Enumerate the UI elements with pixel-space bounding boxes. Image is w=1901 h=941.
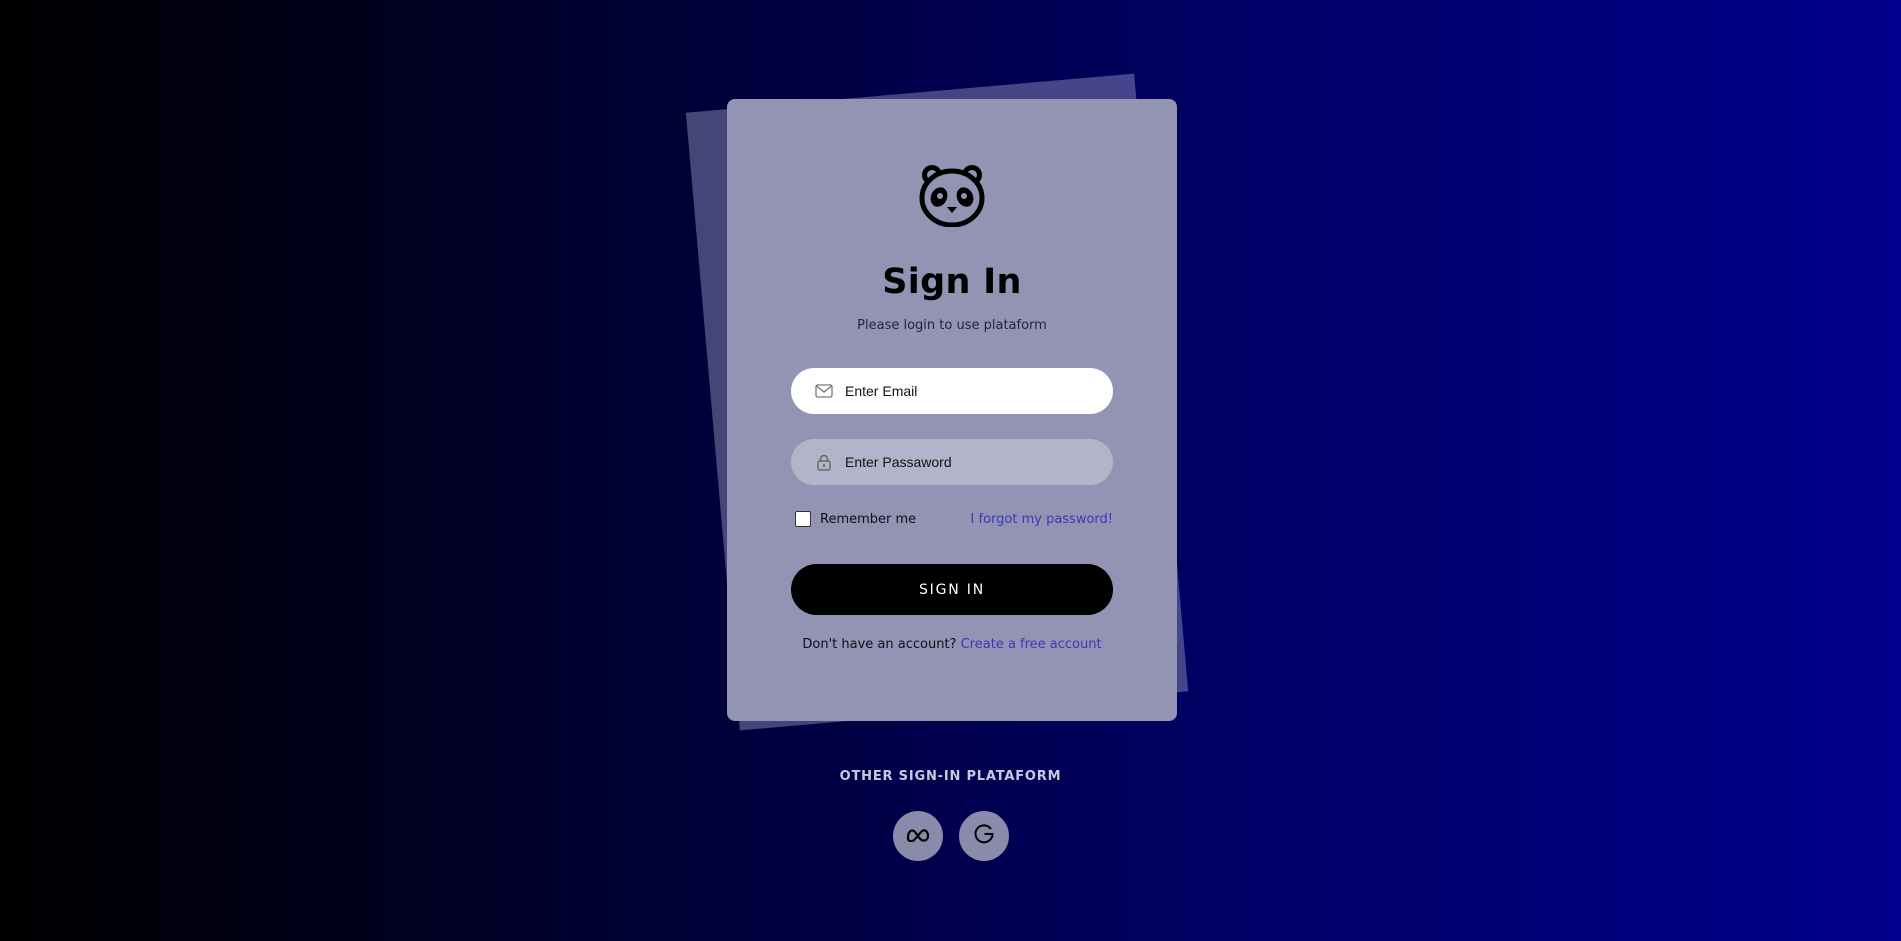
remember-me[interactable]: Remember me	[795, 511, 916, 527]
meta-sign-in-button[interactable]	[893, 811, 943, 861]
page-subtitle: Please login to use plataform	[857, 318, 1047, 333]
register-text: Don't have an account?	[802, 637, 957, 652]
password-input[interactable]	[845, 454, 1085, 470]
lock-icon	[815, 453, 833, 471]
password-field[interactable]	[791, 439, 1113, 485]
email-field[interactable]	[791, 368, 1113, 414]
form-options: Remember me I forgot my password!	[795, 509, 1113, 529]
login-card: Sign In Please login to use plataform Re…	[727, 99, 1177, 721]
create-account-link[interactable]: Create a free account	[961, 637, 1102, 652]
email-input[interactable]	[845, 383, 1085, 399]
sign-in-button[interactable]: SIGN IN	[791, 564, 1113, 615]
google-sign-in-button[interactable]	[959, 811, 1009, 861]
remember-checkbox[interactable]	[795, 511, 811, 527]
page-title: Sign In	[882, 262, 1022, 302]
other-sign-in-title: OTHER SIGN-IN PLATAFORM	[839, 769, 1062, 784]
panda-logo-icon	[917, 161, 987, 228]
meta-icon	[906, 827, 930, 846]
remember-label: Remember me	[820, 511, 917, 527]
register-prompt: Don't have an account? Create a free acc…	[727, 637, 1177, 652]
envelope-icon	[815, 382, 833, 400]
google-icon	[972, 822, 996, 850]
forgot-password-link[interactable]: I forgot my password!	[971, 512, 1113, 527]
